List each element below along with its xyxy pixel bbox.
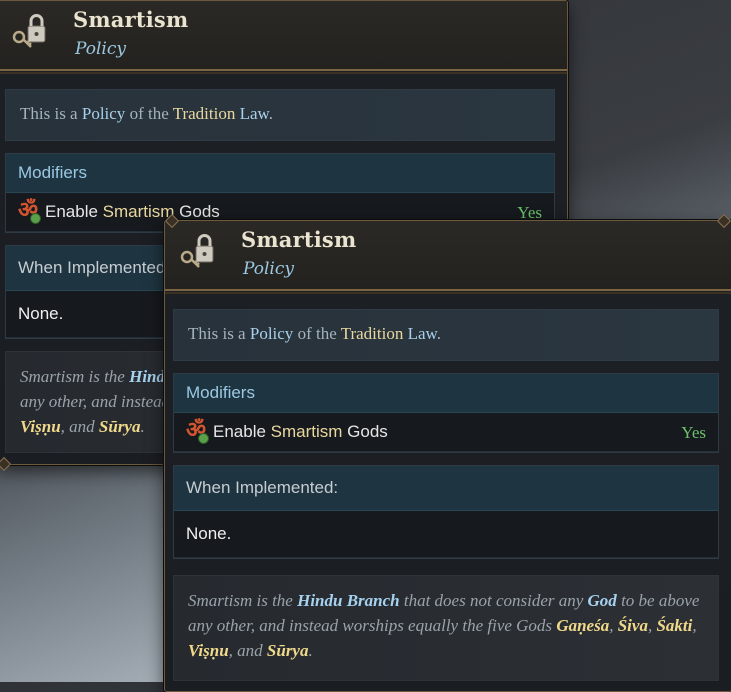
flavor-text: Smartism is the Hindu Branch that does n… — [188, 591, 700, 660]
panel-corner-ornament — [0, 456, 12, 472]
status-dot-icon — [30, 213, 41, 224]
tooltip-title: Smartism — [73, 7, 189, 32]
description-box: This is a Policy of the Tradition Law. — [173, 309, 719, 361]
when-implemented-value: None. — [18, 304, 64, 323]
flavor-text-box: Smartism is the Hindu Branch that does n… — [173, 575, 719, 681]
key-lock-icon — [180, 234, 214, 268]
modifier-text: Enable Smartism Gods — [213, 422, 388, 441]
when-implemented-value: None. — [186, 524, 232, 543]
tooltip-panel-front: Smartism Policy This is a Policy of the … — [164, 213, 731, 692]
modifiers-label: Modifiers — [186, 383, 255, 402]
policy-keyword[interactable]: Policy — [250, 324, 293, 343]
modifiers-label: Modifiers — [18, 163, 87, 182]
description-box: This is a Policy of the Tradition Law. — [5, 89, 555, 141]
law-keyword[interactable]: Law — [403, 324, 437, 343]
modifiers-section: Modifiers ॐ Enable Smartism Gods Yes — [173, 373, 719, 453]
key-lock-icon — [12, 14, 46, 48]
description-text: This is a Policy of the Tradition Law. — [188, 324, 441, 343]
when-implemented-section: When Implemented: None. — [173, 465, 719, 559]
tooltip-header: Smartism Policy — [165, 221, 731, 294]
description-text: This is a Policy of the Tradition Law. — [20, 104, 273, 123]
tooltip-subtitle: Policy — [75, 39, 126, 59]
modifier-row: ॐ Enable Smartism Gods Yes — [174, 413, 718, 451]
when-implemented-label: When Implemented: — [18, 258, 171, 277]
law-keyword[interactable]: Law — [235, 104, 269, 123]
tooltip-header: Smartism Policy — [0, 1, 567, 74]
modifier-text: Enable Smartism Gods — [45, 202, 220, 221]
status-dot-icon — [198, 433, 209, 444]
when-implemented-label: When Implemented: — [186, 478, 339, 497]
modifier-value: Yes — [681, 423, 706, 442]
policy-keyword[interactable]: Policy — [82, 104, 125, 123]
tooltip-title: Smartism — [241, 227, 357, 252]
tradition-keyword[interactable]: Tradition — [341, 324, 404, 343]
tooltip-subtitle: Policy — [243, 259, 294, 279]
tradition-keyword[interactable]: Tradition — [173, 104, 236, 123]
